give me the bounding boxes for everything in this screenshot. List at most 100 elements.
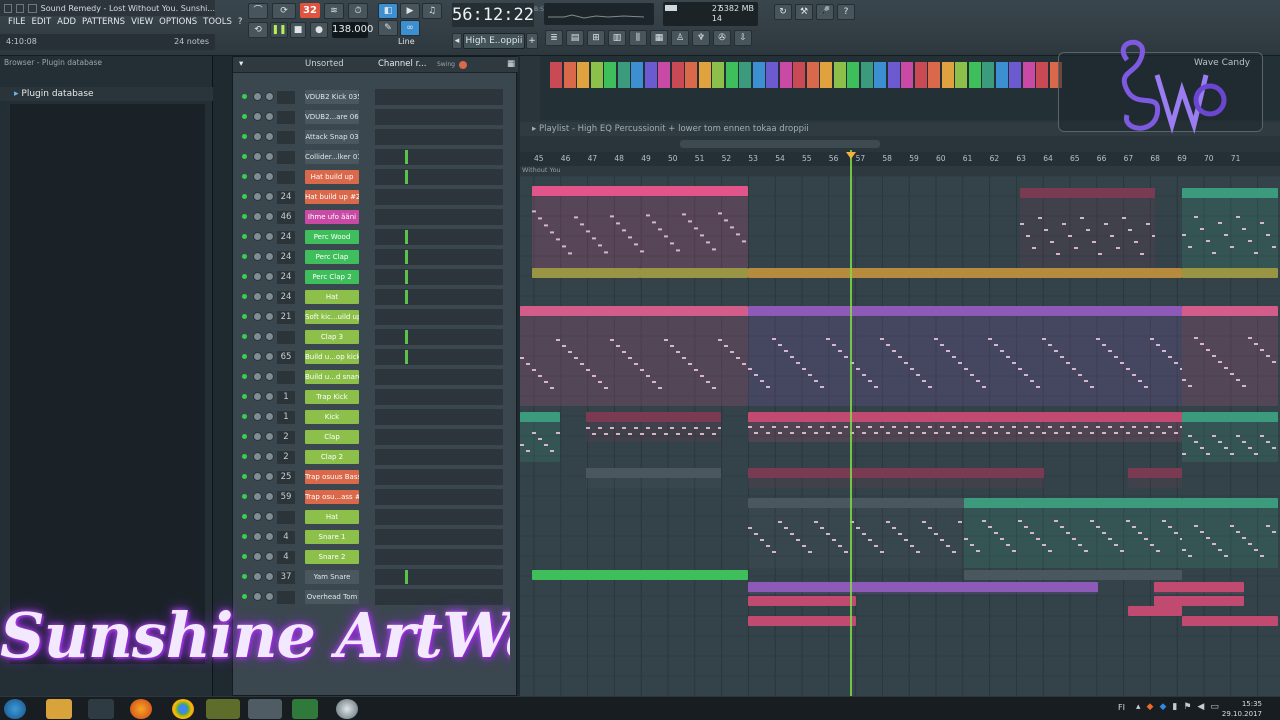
channel-mixer-track[interactable] (277, 171, 295, 184)
tray-app-icon[interactable]: ◆ (1147, 702, 1154, 712)
channel-step-area[interactable] (375, 349, 503, 365)
playlist-clip[interactable] (532, 186, 748, 268)
pattern-strip-cell[interactable] (833, 62, 846, 88)
channel-row[interactable]: 37 Yam Snare (233, 567, 518, 587)
playlist-clip[interactable]: Pattern 20 (964, 570, 1182, 580)
channel-volume-knob[interactable] (265, 352, 274, 361)
channel-led-icon[interactable] (242, 374, 247, 379)
channel-name-button[interactable]: Hat (305, 510, 359, 524)
channel-row[interactable]: VDUB2...are 063 (233, 107, 518, 127)
pattern-strip-cell[interactable] (725, 62, 738, 88)
channel-step-area[interactable] (375, 169, 503, 185)
menu-item-edit[interactable]: EDIT (32, 17, 52, 31)
channel-name-button[interactable]: Snare 1 (305, 530, 359, 544)
fl-studio-icon[interactable] (206, 699, 240, 719)
playlist-clip[interactable]: Eka drop Arp thing #2 - Channel volume (748, 468, 1044, 488)
refresh-icon[interactable]: ↻ (774, 4, 792, 20)
channel-mixer-track[interactable]: 46 (277, 211, 295, 224)
pattern-strip-cell[interactable] (658, 62, 670, 88)
playlist-clip[interactable]: Nousu sound design - vol (1020, 188, 1155, 268)
channel-name-button[interactable]: Trap Kick (305, 390, 359, 404)
channel-step-area[interactable] (375, 509, 503, 525)
pattern-selector[interactable]: High E..oppii (463, 33, 525, 49)
channel-led-icon[interactable] (242, 254, 247, 259)
channel-step-area[interactable] (375, 189, 503, 205)
channel-volume-knob[interactable] (265, 572, 274, 581)
channel-mixer-track[interactable]: 24 (277, 271, 295, 284)
playlist-icon[interactable]: ≣ (545, 30, 563, 46)
pattern-strip-cell[interactable] (698, 62, 711, 88)
channel-led-icon[interactable] (242, 494, 247, 499)
pattern-strip-cell[interactable] (631, 62, 643, 88)
channel-row[interactable]: 25 Trap osuus Bass (233, 467, 518, 487)
channel-volume-knob[interactable] (265, 332, 274, 341)
channel-row[interactable]: Clap 3 (233, 327, 518, 347)
channel-volume-knob[interactable] (265, 432, 274, 441)
channel-led-icon[interactable] (242, 514, 247, 519)
channel-pan-knob[interactable] (253, 332, 262, 341)
channel-name-button[interactable]: Perc Wood (305, 230, 359, 244)
pattern-strip-cell[interactable] (604, 62, 616, 88)
pattern-strip-cell[interactable] (941, 62, 954, 88)
channel-mixer-track[interactable]: 59 (277, 491, 295, 504)
channel-led-icon[interactable] (242, 174, 247, 179)
playlist-clip[interactable]: Toka drop l...nel volume (1182, 616, 1278, 626)
pattern-strip-cell[interactable] (739, 62, 751, 88)
channel-volume-knob[interactable] (265, 392, 274, 401)
pattern-strip-cell[interactable] (1009, 62, 1021, 88)
channel-led-icon[interactable] (242, 574, 247, 579)
channel-step-area[interactable] (375, 89, 503, 105)
playlist-clip[interactable] (520, 306, 748, 406)
channel-step-area[interactable] (375, 329, 503, 345)
pattern-strip-cell[interactable] (766, 62, 778, 88)
channel-pan-knob[interactable] (253, 472, 262, 481)
channel-row[interactable]: VDUB2 Kick 035 (233, 87, 518, 107)
pattern-strip-cell[interactable] (982, 62, 994, 88)
playlist-clip[interactable]: Ihme väli...nel volume (1154, 582, 1244, 594)
pattern-strip-cell[interactable] (820, 62, 832, 88)
timeline-ruler[interactable]: 45 46 47 48 49 50 51 52 53 54 55 56 57 58 59 60 61 62 63 64… (520, 152, 1280, 166)
rack-menu-icon[interactable]: ▦ (507, 59, 515, 69)
channel-step-area[interactable] (375, 429, 503, 445)
loop-button[interactable]: ⟳ (272, 3, 296, 19)
channel-name-button[interactable]: Build u...d snare (305, 370, 359, 384)
channel-rack-icon[interactable]: ▥ (608, 30, 626, 46)
channel-row[interactable]: 59 Trap osu...ass #2 (233, 487, 518, 507)
channel-mixer-track[interactable] (277, 511, 295, 524)
channel-led-icon[interactable] (242, 534, 247, 539)
channel-name-button[interactable]: VDUB2...are 063 (305, 110, 359, 124)
channel-pan-knob[interactable] (253, 132, 262, 141)
channel-pan-knob[interactable] (253, 572, 262, 581)
tempo-display[interactable]: 138.000 (332, 22, 373, 38)
channel-pan-knob[interactable] (253, 432, 262, 441)
channel-row[interactable]: 24 Perc Wood (233, 227, 518, 247)
explorer-icon[interactable] (46, 699, 72, 719)
pattern-strip-cell[interactable] (901, 62, 913, 88)
channel-step-area[interactable] (375, 249, 503, 265)
channel-row[interactable]: 1 Kick (233, 407, 518, 427)
channel-step-area[interactable] (375, 289, 503, 305)
channel-volume-knob[interactable] (265, 532, 274, 541)
channel-pan-knob[interactable] (253, 392, 262, 401)
playlist-clip[interactable]: High EQ Percussionit + lower tom ennen t… (748, 268, 1182, 278)
channel-volume-knob[interactable] (265, 312, 274, 321)
minimize-icon[interactable] (4, 3, 13, 13)
channel-row[interactable]: 24 Perc Clap (233, 247, 518, 267)
channel-row[interactable]: Hat build up (233, 167, 518, 187)
menu-item-tools[interactable]: TOOLS (203, 17, 232, 31)
record-count-badge[interactable]: 32 (300, 3, 320, 18)
playlist-clip[interactable]: Toka drop..g macro 1 (1182, 188, 1278, 268)
playhead-marker-icon[interactable] (846, 152, 856, 159)
channel-led-icon[interactable] (242, 234, 247, 239)
channel-mixer-track[interactable] (277, 371, 295, 384)
channel-mixer-track[interactable]: 21 (277, 311, 295, 324)
channel-name-button[interactable]: Build u...op kick (305, 350, 359, 364)
excel-icon[interactable] (292, 699, 318, 719)
piano-roll-icon[interactable]: ▤ (566, 30, 584, 46)
channel-row[interactable]: 46 Ihme ufo ääni (233, 207, 518, 227)
step-seq-icon[interactable]: ⊞ (587, 30, 605, 46)
channel-step-area[interactable] (375, 129, 503, 145)
pattern-picker-arrow[interactable]: ◂ (452, 33, 462, 49)
tempo-tapper-icon[interactable]: ♆ (692, 30, 710, 46)
channel-volume-knob[interactable] (265, 212, 274, 221)
